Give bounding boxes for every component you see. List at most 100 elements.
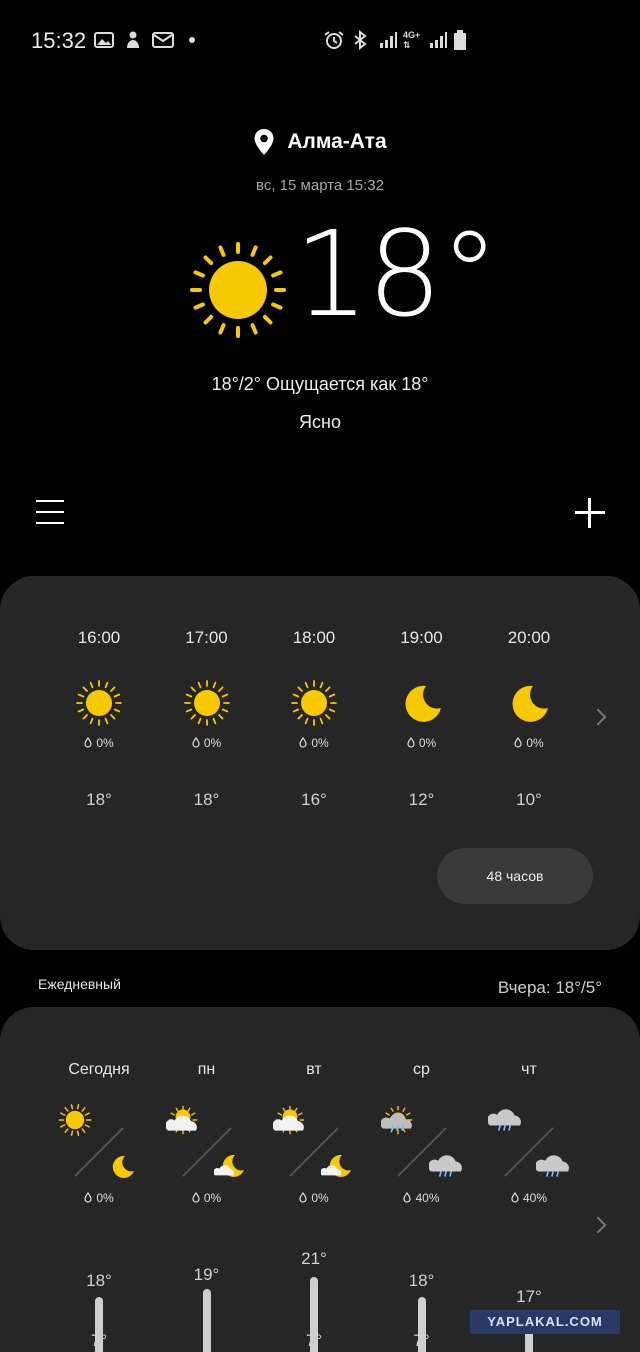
menu-button[interactable] bbox=[36, 500, 64, 526]
chevron-right-icon[interactable] bbox=[589, 1216, 607, 1234]
precip-value: 0% bbox=[203, 1191, 222, 1205]
hourly-precip: 0% bbox=[157, 736, 257, 750]
person-icon bbox=[127, 31, 139, 48]
location-pin-icon bbox=[254, 129, 274, 155]
temperature-range-bar bbox=[202, 1289, 211, 1352]
bluetooth-icon bbox=[354, 30, 367, 50]
hourly-item: 16:00 0% 18° bbox=[49, 576, 149, 836]
daily-item[interactable]: Сегодня 0% 18° 7° bbox=[44, 1007, 154, 1352]
network-4g-icon: 4G+ ⇅ bbox=[403, 30, 421, 50]
drop-icon bbox=[84, 1191, 92, 1203]
yesterday-temps: Вчера: 18°/5° bbox=[497, 978, 602, 997]
sun-icon bbox=[291, 680, 337, 726]
signal-icon bbox=[430, 32, 447, 48]
signal-icon bbox=[380, 32, 397, 48]
current-temperature: 18° bbox=[294, 205, 499, 343]
moon-icon bbox=[512, 685, 548, 722]
daily-low: 7° bbox=[305, 1331, 323, 1350]
drop-icon bbox=[514, 736, 522, 748]
drop-icon bbox=[192, 1191, 200, 1203]
day-name: вт bbox=[306, 1061, 322, 1078]
precip-value: 0% bbox=[311, 1191, 329, 1205]
precip-value: 0% bbox=[96, 1191, 114, 1205]
daily-high: 18° bbox=[408, 1271, 435, 1290]
daily-low: 7° bbox=[413, 1331, 430, 1350]
partly-cloudy-icon bbox=[165, 1105, 197, 1135]
daily-item[interactable]: чт 40% 17° bbox=[474, 1007, 584, 1352]
sun-icon bbox=[58, 1104, 92, 1136]
rain-cloud-icon bbox=[488, 1109, 521, 1131]
precip-value: 0% bbox=[418, 736, 437, 750]
drop-icon bbox=[403, 1191, 412, 1203]
day-name: ср bbox=[413, 1061, 430, 1078]
hourly-temp: 10° bbox=[516, 790, 542, 809]
drop-icon bbox=[299, 736, 307, 748]
sun-icon bbox=[76, 680, 122, 726]
cloudy-moon-icon bbox=[321, 1154, 351, 1177]
hourly-time: 16:00 bbox=[77, 628, 121, 647]
watermark: YAPLAKAL.COM bbox=[470, 1310, 620, 1334]
daily-precip: 40% bbox=[474, 1191, 584, 1205]
precip-value: 0% bbox=[311, 736, 329, 750]
48-hours-button[interactable]: 48 часов bbox=[437, 848, 593, 904]
menu-line bbox=[36, 500, 64, 502]
date-time: вс, 15 марта 15:32 bbox=[256, 177, 384, 194]
hourly-precip: 0% bbox=[264, 736, 364, 750]
rain-sun-icon bbox=[380, 1105, 412, 1135]
drop-icon bbox=[299, 1191, 307, 1203]
daily-item[interactable]: ср 40% 18° 7° bbox=[367, 1007, 477, 1352]
hourly-temp: 18° bbox=[193, 790, 220, 809]
chevron-right-icon[interactable] bbox=[589, 708, 607, 726]
hourly-precip: 0% bbox=[372, 736, 472, 750]
hourly-time: 19:00 bbox=[400, 628, 443, 647]
daily-precip: 0% bbox=[44, 1191, 154, 1205]
rain-cloud-icon bbox=[428, 1155, 462, 1177]
precip-value: 0% bbox=[96, 736, 114, 750]
daily-precip: 40% bbox=[367, 1191, 477, 1205]
day-name: пн bbox=[197, 1061, 216, 1078]
precip-value: 0% bbox=[203, 736, 222, 750]
hourly-temp: 18° bbox=[86, 790, 112, 809]
location-name: Алма-Ата bbox=[287, 130, 387, 153]
precip-value: 0% bbox=[526, 736, 544, 750]
hourly-time: 18:00 bbox=[292, 628, 336, 647]
hourly-forecast-card[interactable]: 48 часов 16:00 0% 18° 17:00 0% 18° 18:00… bbox=[0, 576, 640, 950]
hourly-item: 17:00 0% 18° bbox=[157, 576, 257, 836]
hourly-time: 17:00 bbox=[185, 628, 228, 647]
feels-like: 18°/2° Ощущается как 18° bbox=[211, 374, 429, 394]
daily-high: 21° bbox=[301, 1249, 327, 1268]
status-bar: 15:32 4G+ ⇅ bbox=[0, 0, 640, 80]
hourly-precip: 0% bbox=[479, 736, 579, 750]
daily-label: Ежедневный bbox=[38, 976, 121, 992]
precip-value: 40% bbox=[415, 1191, 440, 1205]
daily-high: 18° bbox=[86, 1271, 112, 1290]
hourly-item: 19:00 0% 12° bbox=[372, 576, 472, 836]
daily-high: 17° bbox=[516, 1287, 542, 1306]
condition-text: Ясно bbox=[299, 412, 341, 432]
drop-icon bbox=[511, 1191, 519, 1203]
day-name: чт bbox=[521, 1061, 537, 1078]
moon-icon bbox=[112, 1155, 134, 1178]
drop-icon bbox=[192, 736, 200, 748]
day-name: Сегодня bbox=[68, 1061, 130, 1078]
battery-icon bbox=[454, 30, 466, 50]
network-label: 4G+ bbox=[403, 30, 421, 40]
sun-icon bbox=[190, 242, 286, 338]
daily-item[interactable]: вт 0% 21° 7° bbox=[259, 1007, 369, 1352]
hourly-temp: 16° bbox=[301, 790, 327, 809]
daily-high: 19° bbox=[193, 1265, 220, 1284]
hourly-temp: 12° bbox=[408, 790, 435, 809]
drop-icon bbox=[84, 736, 92, 748]
status-time: 15:32 bbox=[31, 28, 87, 53]
sun-icon bbox=[183, 680, 230, 726]
alarm-icon bbox=[324, 31, 344, 49]
weather-screen: 15:32 4G+ ⇅ Алма-Ата вс, 15 марта 15:32 … bbox=[0, 0, 640, 1352]
image-icon bbox=[94, 32, 114, 48]
hourly-item: 18:00 0% 16° bbox=[264, 576, 364, 836]
location-row[interactable]: Алма-Ата bbox=[0, 128, 640, 156]
daily-forecast-card[interactable]: Сегодня 0% 18° 7° пн 0% 19° вт 0% 21° 7°… bbox=[0, 1007, 640, 1352]
daily-item[interactable]: пн 0% 19° bbox=[152, 1007, 262, 1352]
drop-icon bbox=[407, 736, 415, 748]
add-location-button[interactable] bbox=[574, 497, 606, 529]
daily-precip: 0% bbox=[259, 1191, 369, 1205]
